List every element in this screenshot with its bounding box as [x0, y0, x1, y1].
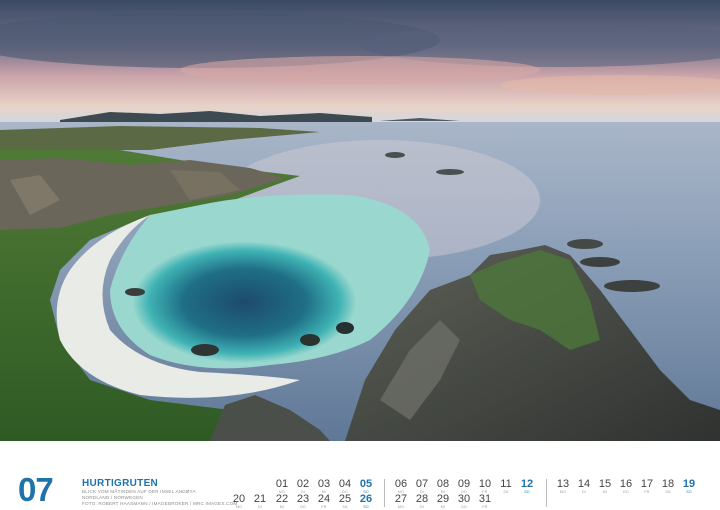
week-divider	[546, 479, 547, 507]
day-number: 18	[661, 478, 675, 490]
day-number: 09	[457, 478, 471, 490]
day-number: 01	[275, 478, 289, 490]
day-number: 04	[338, 478, 352, 490]
day-cell: 17 FR	[637, 478, 657, 495]
weekday-label: DI	[582, 490, 586, 494]
day-cell: 20 MO	[229, 493, 249, 510]
day-number: 29	[436, 493, 450, 505]
day-number: 06	[394, 478, 408, 490]
day-number: 19	[682, 478, 696, 490]
weekday-label: SA	[342, 505, 348, 509]
weekday-label: DI	[420, 505, 424, 509]
calendar-footer: 07 HURTIGRUTEN BLICK VOM MÅTINDEN AUF DE…	[0, 441, 720, 510]
day-cell: 19 SO	[679, 478, 699, 495]
day-number: 03	[317, 478, 331, 490]
day-number: 26	[359, 493, 373, 505]
day-cell: 25 SA	[335, 493, 355, 510]
weekday-label: SA	[503, 490, 509, 494]
day-cell: 28 DI	[412, 493, 432, 510]
day-cell: 21 DI	[250, 493, 270, 510]
day-number: 02	[296, 478, 310, 490]
day-cell: 15 MI	[595, 478, 615, 495]
calendar-grid: 01 MO 02 DI 03 MI 04 DO 05 SO 06 MO 07 DI 08 MI 09 DO 10 FR…	[0, 441, 720, 510]
weekday-label: MO	[397, 505, 405, 509]
day-cell: 16 DO	[616, 478, 636, 495]
day-number: 12	[520, 478, 534, 490]
day-cell: 30 DO	[454, 493, 474, 510]
day-number: 16	[619, 478, 633, 490]
weekday-label: MO	[235, 505, 243, 509]
day-cell: 23 DO	[293, 493, 313, 510]
weekday-label: SO	[363, 505, 369, 509]
day-number: 15	[598, 478, 612, 490]
day-number: 28	[415, 493, 429, 505]
day-cell: 29 MI	[433, 493, 453, 510]
weekday-label: MI	[440, 505, 446, 509]
day-cell: 27 MO	[391, 493, 411, 510]
day-number: 08	[436, 478, 450, 490]
day-number: 07	[415, 478, 429, 490]
day-number: 22	[275, 493, 289, 505]
weekday-label: DO	[623, 490, 629, 494]
weekday-label: FR	[321, 505, 327, 509]
day-number: 14	[577, 478, 591, 490]
weekday-label: MO	[559, 490, 567, 494]
day-number: 23	[296, 493, 310, 505]
day-number: 25	[338, 493, 352, 505]
day-number: 21	[253, 493, 267, 505]
day-cell: 12 SO	[517, 478, 537, 495]
landscape-photo	[0, 0, 720, 441]
weekday-label: DO	[461, 505, 467, 509]
weekday-label: SO	[524, 490, 530, 494]
day-number: 31	[478, 493, 492, 505]
day-cell: 31 FR	[475, 493, 495, 510]
day-number: 05	[359, 478, 373, 490]
day-number: 30	[457, 493, 471, 505]
weekday-label: FR	[482, 505, 488, 509]
day-number: 11	[500, 478, 512, 490]
day-number: 24	[317, 493, 331, 505]
weekday-label: SO	[686, 490, 692, 494]
day-cell: 13 MO	[553, 478, 573, 495]
weekday-label: DO	[300, 505, 306, 509]
day-number: 13	[556, 478, 570, 490]
day-cell: 26 SO	[356, 493, 376, 510]
weekday-label: SA	[665, 490, 671, 494]
day-cell: 14 DI	[574, 478, 594, 495]
weekday-label: DI	[258, 505, 262, 509]
day-number: 27	[394, 493, 408, 505]
weekday-label: MI	[279, 505, 285, 509]
weekday-label: MI	[602, 490, 608, 494]
weekday-label: FR	[644, 490, 650, 494]
day-cell: 11 SA	[496, 478, 516, 495]
day-cell: 24 FR	[314, 493, 334, 510]
day-number: 20	[232, 493, 246, 505]
day-number: 10	[478, 478, 492, 490]
week-divider	[384, 479, 385, 507]
day-number: 17	[640, 478, 654, 490]
day-cell: 18 SA	[658, 478, 678, 495]
day-cell: 22 MI	[272, 493, 292, 510]
